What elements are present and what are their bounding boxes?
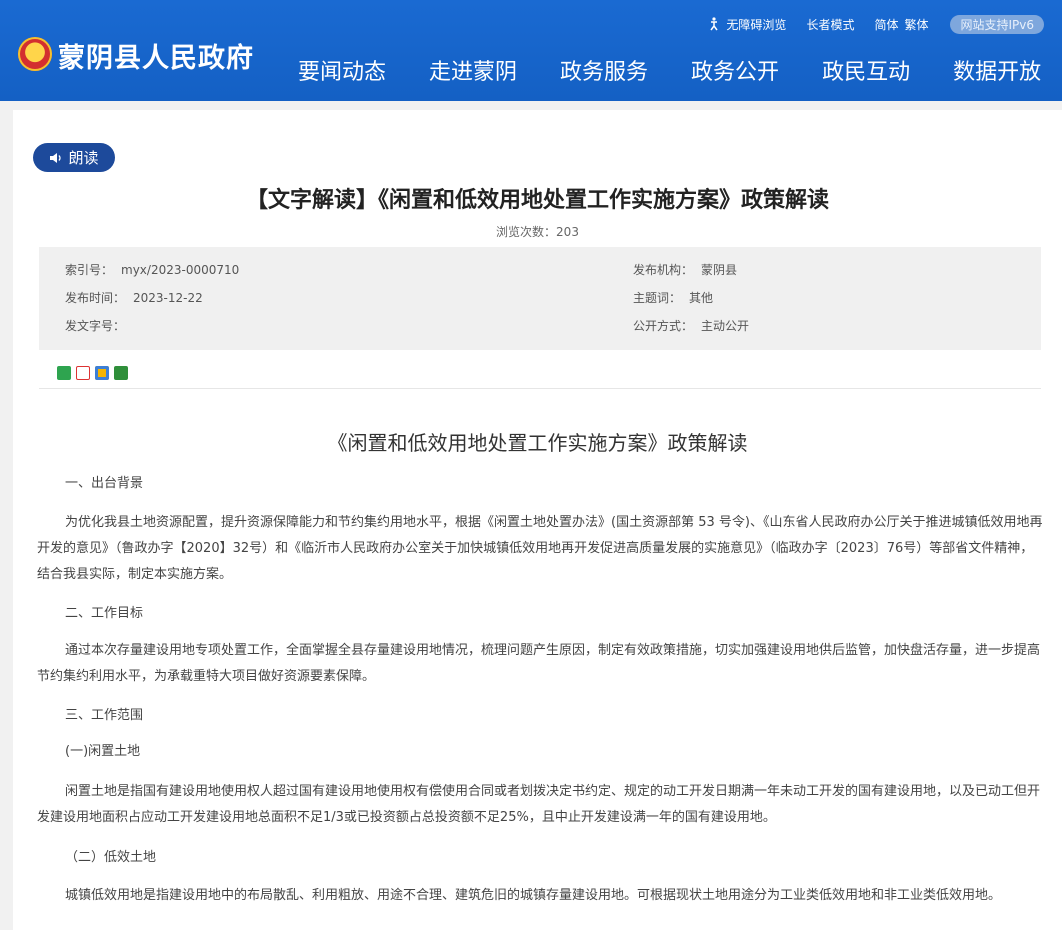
site-header: 蒙阴县人民政府 无障碍浏览 长者模式 简体 繁体 网站支持IPv6 要闻动态 走… [0,0,1062,101]
accessibility-label: 无障碍浏览 [726,17,787,32]
paragraph-goals: 通过本次存量建设用地专项处置工作，全面掌握全县存量建设用地情况，梳理问题产生原因… [37,643,1041,684]
meta-subject: 主题词： 其他 [633,289,713,306]
nav-item-interaction[interactable]: 政民互动 [822,54,910,86]
national-emblem-icon [18,37,52,71]
meta-agency: 发布机构： 蒙阴县 [633,261,737,278]
wechat-icon[interactable] [57,366,71,380]
meta-agency-label: 发布机构： [633,263,694,277]
nav-item-open-data[interactable]: 数据开放 [953,54,1041,86]
top-utility-bar: 无障碍浏览 长者模式 简体 繁体 网站支持IPv6 [687,14,1044,34]
meta-disclosure: 公开方式： 主动公开 [633,317,749,334]
nav-item-news[interactable]: 要闻动态 [298,54,386,86]
meta-subject-label: 主题词： [633,291,682,305]
meta-disclosure-label: 公开方式： [633,319,694,333]
speaker-icon [50,152,62,163]
accessibility-icon [710,17,719,31]
section-heading-background: 一、出台背景 [65,476,144,491]
douban-icon[interactable] [114,366,128,380]
meta-publish-time-label: 发布时间： [65,291,126,305]
meta-doc-no-label: 发文字号： [65,319,126,333]
body-title: 《闲置和低效用地处置工作实施方案》政策解读 [327,431,748,455]
meta-subject-value: 其他 [689,291,714,305]
metadata-box: 索引号： myx/2023-0000710 发布时间： 2023-12-22 发文字… [39,247,1041,350]
site-title[interactable]: 蒙阴县人民政府 [58,36,254,75]
subheading-idle-land: (一)闲置土地 [65,744,141,759]
meta-index: 索引号： myx/2023-0000710 [65,261,239,278]
elder-mode-link[interactable]: 长者模式 [806,16,854,33]
article-panel: 朗读 【文字解读】《闲置和低效用地处置工作实施方案》政策解读 浏览次数：203 … [13,110,1062,930]
main-nav: 要闻动态 走进蒙阴 政务服务 政务公开 政民互动 数据开放 [298,54,1062,86]
subheading-low-efficiency-land: （二）低效土地 [65,850,157,865]
read-aloud-button[interactable]: 朗读 [33,143,115,172]
nav-item-about[interactable]: 走进蒙阴 [429,54,517,86]
read-aloud-label: 朗读 [68,149,99,167]
view-count: 浏览次数：203 [496,225,579,239]
meta-disclosure-value: 主动公开 [701,319,750,333]
meta-doc-no: 发文字号： [65,317,133,334]
meta-publish-time: 发布时间： 2023-12-22 [65,289,203,306]
paragraph-background: 为优化我县土地资源配置，提升资源保障能力和节约集约用地水平，根据《闲置土地处置办… [37,515,1043,582]
divider [39,388,1041,389]
meta-index-value: myx/2023-0000710 [121,263,240,277]
simplified-chinese-link[interactable]: 简体 [874,16,898,33]
ipv6-badge: 网站支持IPv6 [950,14,1044,34]
nav-item-disclosure[interactable]: 政务公开 [691,54,779,86]
weibo-icon[interactable] [76,366,90,380]
share-bar [57,366,133,380]
article-title: 【文字解读】《闲置和低效用地处置工作实施方案》政策解读 [245,188,829,213]
meta-index-label: 索引号： [65,263,114,277]
meta-agency-value: 蒙阴县 [701,263,738,277]
paragraph-low-efficiency-land: 城镇低效用地是指建设用地中的布局散乱、利用粗放、用途不合理、建筑危旧的城镇存量建… [65,888,1002,903]
section-heading-scope: 三、工作范围 [65,708,144,723]
meta-publish-time-value: 2023-12-22 [133,291,203,305]
paragraph-idle-land: 闲置土地是指国有建设用地使用权人超过国有建设用地使用权有偿使用合同或者划拨决定书… [37,784,1041,825]
qzone-icon[interactable] [95,366,109,380]
section-heading-goals: 二、工作目标 [65,606,144,621]
traditional-chinese-link[interactable]: 繁体 [904,16,928,33]
accessibility-link[interactable]: 无障碍浏览 [707,16,786,33]
nav-item-services[interactable]: 政务服务 [560,54,648,86]
